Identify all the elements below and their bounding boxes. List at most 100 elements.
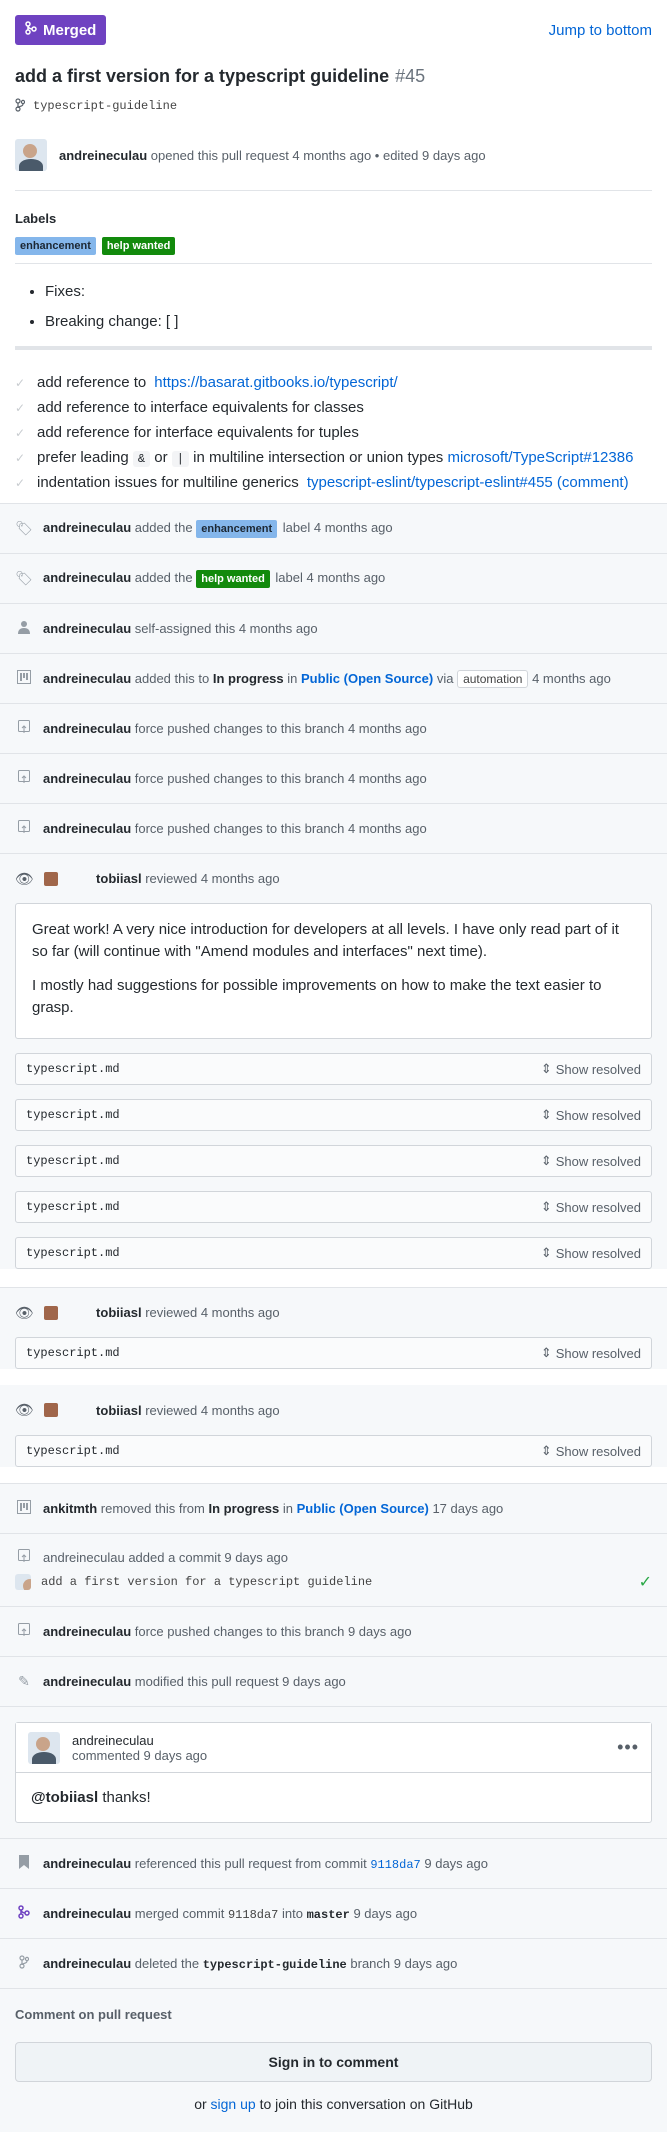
check-icon: ✓ xyxy=(15,400,26,415)
eye-icon: 👁︎ xyxy=(15,1304,35,1322)
thick-divider xyxy=(15,346,652,350)
pr-header: Merged Jump to bottom xyxy=(0,0,667,60)
timeline-event: andreineculau force pushed changes to th… xyxy=(0,703,667,753)
label-enhancement[interactable]: enhancement xyxy=(15,237,96,255)
avatar[interactable] xyxy=(44,871,59,886)
review-block: 👁︎ tobiiasl reviewed 4 months ago Great … xyxy=(0,853,667,1269)
pr-body-list: Fixes: Breaking change: [ ] xyxy=(0,264,667,332)
timeline-event: andreineculau force pushed changes to th… xyxy=(0,803,667,853)
label-help-wanted[interactable]: help wanted xyxy=(196,569,270,588)
pencil-icon: ✎ xyxy=(18,1673,30,1689)
repo-push-icon xyxy=(15,820,33,837)
timeline-event: andreineculau merged commit 9118da7 into… xyxy=(0,1888,667,1938)
avatar[interactable] xyxy=(44,1305,59,1320)
sign-in-to-comment-button[interactable]: Sign in to comment xyxy=(15,2042,652,2082)
show-resolved-button[interactable]: ⇕ Show resolved xyxy=(541,1153,641,1169)
bookmark-icon xyxy=(15,1855,33,1872)
review-file-header: typescript.md ⇕ Show resolved xyxy=(15,1053,652,1085)
avatar[interactable] xyxy=(44,1403,59,1417)
branch-icon xyxy=(15,97,26,115)
task-item: ✓ add reference to interface equivalents… xyxy=(15,399,364,416)
commit-event: andreineculau added a commit 9 days ago … xyxy=(0,1533,667,1606)
eslint-issue-link[interactable]: typescript-eslint/typescript-eslint#455 … xyxy=(307,474,629,491)
show-resolved-button[interactable]: ⇕ Show resolved xyxy=(541,1345,641,1361)
commit-sha[interactable]: 9118da7 xyxy=(228,1908,278,1922)
review-file-header: typescript.md ⇕ Show resolved xyxy=(15,1435,652,1467)
merge-icon xyxy=(25,21,37,39)
task-item: ✓ indentation issues for multiline gener… xyxy=(15,474,629,491)
show-resolved-button[interactable]: ⇕ Show resolved xyxy=(541,1199,641,1215)
merged-state-badge: Merged xyxy=(15,15,107,45)
tag-icon: 🏷︎ xyxy=(15,520,33,536)
person-icon xyxy=(15,620,33,637)
label-help-wanted[interactable]: help wanted xyxy=(101,237,176,255)
commit-row: add a first version for a typescript gui… xyxy=(0,1568,667,1596)
comment-block: andreineculau commented 9 days ago ••• @t… xyxy=(0,1706,667,1838)
review-file-header: typescript.md ⇕ Show resolved xyxy=(15,1099,652,1131)
unfold-icon: ⇕ xyxy=(540,1153,552,1168)
project-link[interactable]: Public (Open Source) xyxy=(301,671,433,686)
timeline-event: andreineculau self-assigned this 4 month… xyxy=(0,603,667,653)
repo-push-icon xyxy=(15,720,33,737)
commit-sha-link[interactable]: 9118da7 xyxy=(370,1858,420,1872)
branch-row: typescript-guideline xyxy=(0,92,667,120)
timeline-event: 🏷︎ andreineculau added the help wanted l… xyxy=(0,553,667,603)
project-icon xyxy=(15,670,33,687)
repo-push-icon xyxy=(15,770,33,787)
list-item: Fixes: xyxy=(45,282,652,302)
base-branch: master xyxy=(306,1907,350,1922)
comment-footer: Comment on pull request Sign in to comme… xyxy=(0,1988,667,2132)
review-file-header: typescript.md ⇕ Show resolved xyxy=(15,1191,652,1223)
timeline-event: 🏷︎ andreineculau added the enhancement l… xyxy=(0,503,667,553)
avatar[interactable] xyxy=(28,1731,60,1764)
timeline-event: andreineculau referenced this pull reque… xyxy=(0,1838,667,1888)
review-file-header: typescript.md ⇕ Show resolved xyxy=(15,1337,652,1369)
labels-section: Labels enhancement help wanted xyxy=(0,191,667,263)
review-header: 👁︎ tobiiasl reviewed 4 months ago xyxy=(0,1385,667,1435)
gitbook-link[interactable]: https://basarat.gitbooks.io/typescript/ xyxy=(154,374,397,391)
jump-to-bottom-link[interactable]: Jump to bottom xyxy=(549,22,652,39)
review-comment: Great work! A very nice introduction for… xyxy=(15,903,652,1039)
avatar[interactable] xyxy=(15,139,47,171)
opened-by-row: andreineculau opened this pull request 4… xyxy=(0,120,667,190)
sign-up-link[interactable]: sign up xyxy=(211,2096,256,2112)
comment: andreineculau commented 9 days ago ••• @t… xyxy=(15,1722,652,1823)
pr-number: #45 xyxy=(395,65,426,86)
typescript-issue-link[interactable]: microsoft/TypeScript#12386 xyxy=(447,449,633,466)
kebab-menu-icon[interactable]: ••• xyxy=(617,1737,639,1758)
commit-message-link[interactable]: add a first version for a typescript gui… xyxy=(41,1575,372,1589)
show-resolved-button[interactable]: ⇕ Show resolved xyxy=(541,1443,641,1459)
unfold-icon: ⇕ xyxy=(540,1107,552,1122)
unfold-icon: ⇕ xyxy=(540,1443,552,1458)
unfold-icon: ⇕ xyxy=(540,1245,552,1260)
join-conversation-text: or sign up to join this conversation on … xyxy=(194,2096,473,2112)
inline-code: | xyxy=(171,451,189,467)
review-block: 👁︎ tobiiasl reviewed 4 months ago typesc… xyxy=(0,1287,667,1369)
repo-push-icon xyxy=(15,1623,33,1640)
mention-link[interactable]: @tobiiasl xyxy=(31,1789,98,1806)
timeline-event: andreineculau force pushed changes to th… xyxy=(0,1606,667,1656)
labels-heading: Labels xyxy=(15,211,57,226)
task-item: ✓ add reference for interface equivalent… xyxy=(15,424,359,441)
pr-title: add a first version for a typescript gui… xyxy=(15,65,426,86)
checkmark-icon[interactable]: ✓ xyxy=(639,1572,652,1592)
project-link[interactable]: Public (Open Source) xyxy=(297,1501,429,1516)
show-resolved-button[interactable]: ⇕ Show resolved xyxy=(541,1245,641,1261)
review-header: 👁︎ tobiiasl reviewed 4 months ago xyxy=(0,1287,667,1337)
automation-badge: automation xyxy=(457,670,529,688)
avatar[interactable] xyxy=(15,1574,31,1590)
deleted-branch: typescript-guideline xyxy=(202,1957,347,1972)
review-file-header: typescript.md ⇕ Show resolved xyxy=(15,1237,652,1269)
show-resolved-button[interactable]: ⇕ Show resolved xyxy=(541,1061,641,1077)
timeline-event: andreineculau deleted the typescript-gui… xyxy=(0,1938,667,1988)
show-resolved-button[interactable]: ⇕ Show resolved xyxy=(541,1107,641,1123)
label-enhancement[interactable]: enhancement xyxy=(196,519,278,538)
timeline-event: ✎ andreineculau modified this pull reque… xyxy=(0,1656,667,1706)
check-icon: ✓ xyxy=(15,425,26,440)
list-item: Breaking change: [ ] xyxy=(45,312,652,332)
comment-header: andreineculau commented 9 days ago ••• xyxy=(16,1723,651,1773)
unfold-icon: ⇕ xyxy=(540,1345,552,1360)
review-header: 👁︎ tobiiasl reviewed 4 months ago xyxy=(0,853,667,903)
author-link[interactable]: andreineculau xyxy=(59,148,147,163)
unfold-icon: ⇕ xyxy=(540,1199,552,1214)
